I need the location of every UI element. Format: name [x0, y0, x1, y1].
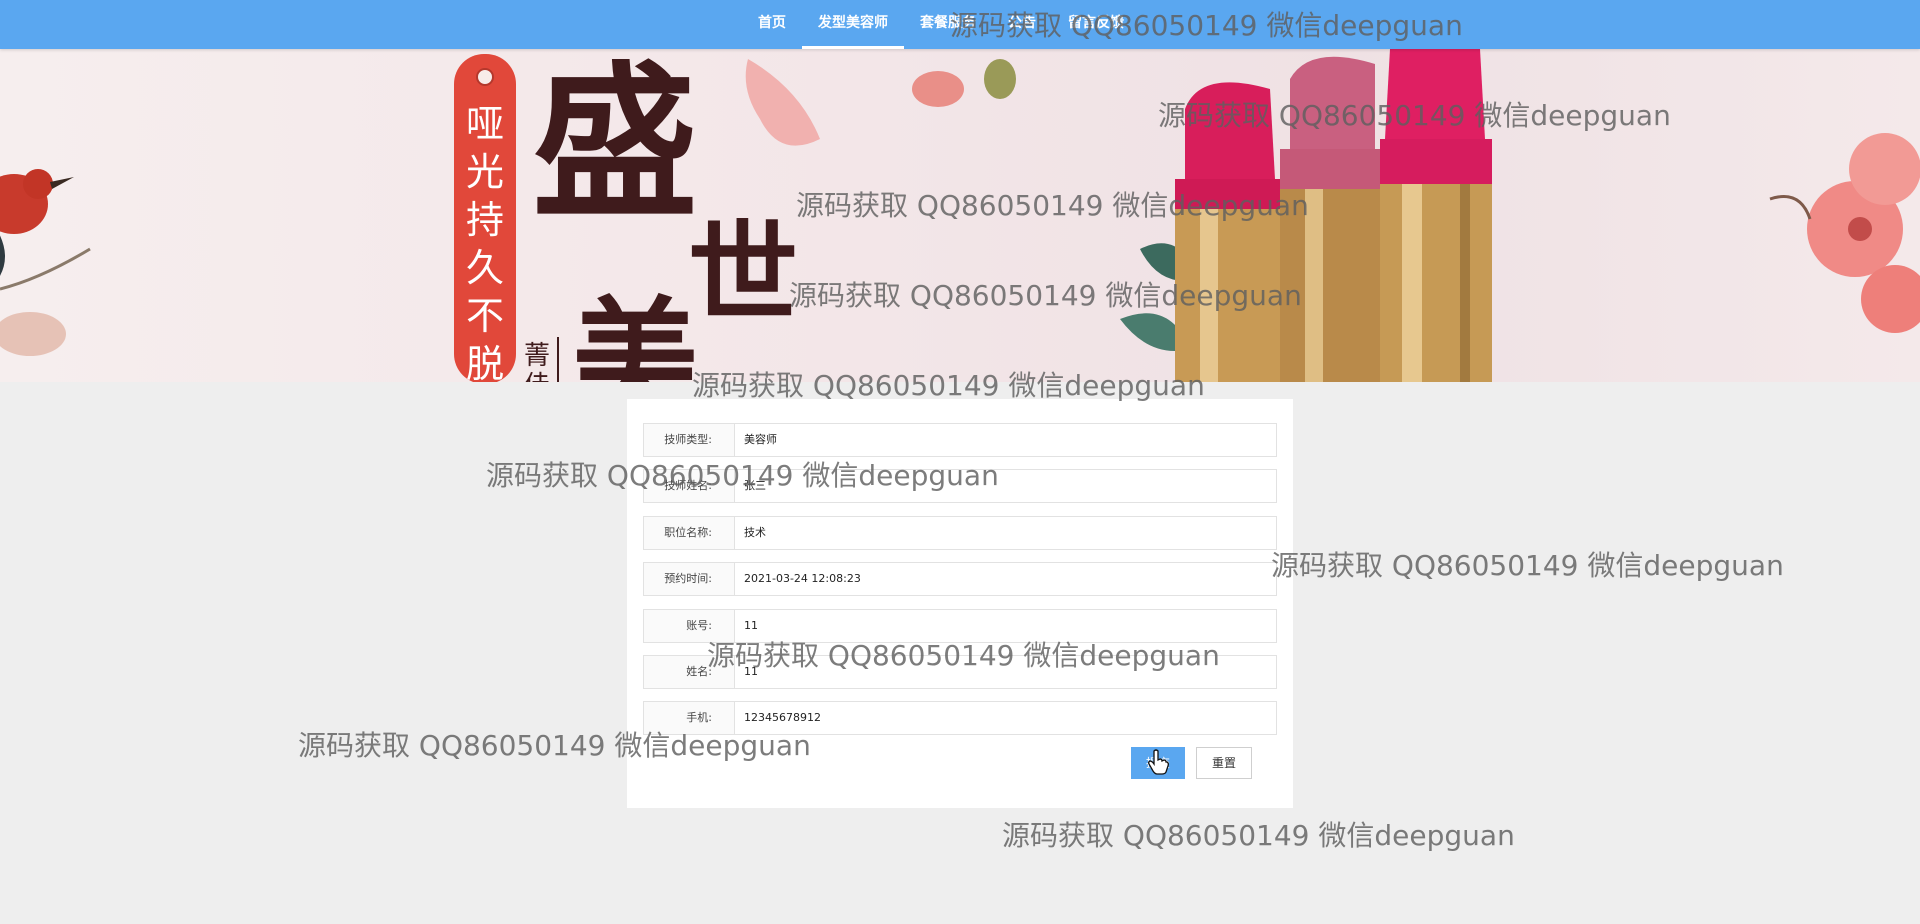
nav-menu: 首页 发型美容师 套餐服务 公告 留言反馈 [742, 0, 1140, 49]
reset-button[interactable]: 重置 [1196, 747, 1252, 779]
form-label: 手机: [643, 701, 735, 735]
tag-char: 久 [465, 246, 504, 290]
booking-form: 技师类型: 美容师 技师姓名: 张三 职位名称: 技术 预约时间: 2021-0… [627, 399, 1293, 808]
name-field[interactable]: 11 [735, 655, 1277, 689]
nav-item-stylist[interactable]: 发型美容师 [802, 0, 904, 49]
banner-headline-char: 盛 [532, 49, 698, 241]
form-row-phone: 手机: 12345678912 [643, 701, 1277, 735]
nav-item-feedback[interactable]: 留言反馈 [1052, 0, 1140, 49]
form-row-account: 账号: 11 [643, 609, 1277, 643]
banner-tag: 哑 光 持 久 不 脱 色 [454, 54, 516, 382]
form-label: 账号: [643, 609, 735, 643]
form-label: 技师姓名: [643, 469, 735, 503]
technician-name-field[interactable]: 张三 [735, 469, 1277, 503]
form-label: 姓名: [643, 655, 735, 689]
form-row-name: 姓名: 11 [643, 655, 1277, 689]
form-row-technician-name: 技师姓名: 张三 [643, 469, 1277, 503]
hand-cursor-icon [1148, 749, 1169, 775]
tag-char: 脱 [465, 342, 504, 382]
watermark-text: 源码获取 QQ86050149 微信deepguan [1271, 549, 1784, 582]
lipstick-illustration [1175, 49, 1492, 382]
banner-divider [557, 337, 559, 382]
bird-illustration [0, 169, 91, 356]
appointment-time-field[interactable]: 2021-03-24 12:08:23 [735, 562, 1277, 596]
watermark-text: 源码获取 QQ86050149 微信deepguan [1002, 819, 1515, 852]
form-row-position: 职位名称: 技术 [643, 516, 1277, 550]
phone-field[interactable]: 12345678912 [735, 701, 1277, 735]
tag-hole-icon [476, 68, 494, 86]
tag-char: 哑 [465, 102, 504, 146]
top-navbar: 首页 发型美容师 套餐服务 公告 留言反馈 [0, 0, 1920, 49]
form-label: 职位名称: [643, 516, 735, 550]
form-row-technician-type: 技师类型: 美容师 [643, 423, 1277, 457]
form-label: 技师类型: [643, 423, 735, 457]
tag-char: 光 [465, 150, 504, 194]
tag-char: 不 [465, 294, 504, 338]
nav-item-home[interactable]: 首页 [742, 0, 802, 49]
banner-side-text: 菁佳 [524, 341, 551, 382]
form-row-appointment-time: 预约时间: 2021-03-24 12:08:23 [643, 562, 1277, 596]
flower-illustration [1769, 133, 1920, 333]
banner-artwork [0, 49, 1920, 382]
account-field[interactable]: 11 [735, 609, 1277, 643]
banner-headline-char: 世 [688, 209, 798, 338]
tag-char: 持 [465, 198, 504, 242]
form-label: 预约时间: [643, 562, 735, 596]
banner-headline-char: 美 [572, 284, 698, 382]
technician-type-field[interactable]: 美容师 [735, 423, 1277, 457]
promo-banner: 哑 光 持 久 不 脱 色 盛 世 美 菁佳 [0, 49, 1920, 382]
nav-item-notice[interactable]: 公告 [992, 0, 1052, 49]
nav-item-package-service[interactable]: 套餐服务 [904, 0, 992, 49]
position-field[interactable]: 技术 [735, 516, 1277, 550]
